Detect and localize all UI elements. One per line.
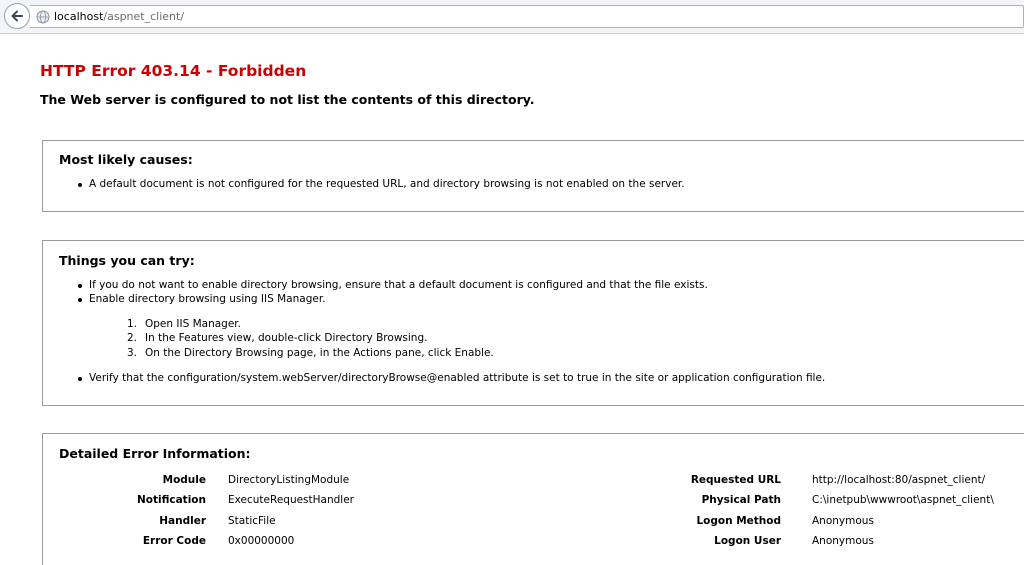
address-text: localhost/aspnet_client/ [54,10,184,24]
step-number: 3. [127,347,138,359]
detail-value-physical-path: C:\inetpub\wwwroot\aspnet_client\ [812,494,994,506]
step-number: 1. [127,318,138,330]
address-bar[interactable]: localhost/aspnet_client/ [30,5,1024,28]
step-item: 2. In the Features view, double-click Dir… [127,332,427,345]
url-path: /aspnet_client/ [103,10,185,23]
details-panel: Detailed Error Information: Module Direc… [42,433,1024,565]
things-to-try-panel: Things you can try: If you do not want t… [42,240,1024,406]
step-number: 2. [127,332,138,344]
back-button[interactable] [4,3,30,29]
step-item: 1. Open IIS Manager. [127,318,241,331]
detail-label-module: Module [162,474,206,486]
error-title: HTTP Error 403.14 - Forbidden [40,62,307,80]
detail-value-requested-url: http://localhost:80/aspnet_client/ [812,474,986,486]
detail-label-logon-user: Logon User [714,535,781,547]
detail-value-logon-user: Anonymous [812,535,874,547]
detail-label-notification: Notification [136,494,206,506]
try-item: If you do not want to enable directory b… [78,279,708,291]
detail-label-physical-path: Physical Path [701,494,781,506]
detail-value-notification: ExecuteRequestHandler [228,494,354,506]
causes-heading: Most likely causes: [59,152,193,167]
step-text: In the Features view, double-click Direc… [145,332,428,344]
detail-value-module: DirectoryListingModule [228,474,350,486]
detail-value-handler: StaticFile [228,515,276,527]
detail-value-logon-method: Anonymous [812,515,874,527]
detail-label-requested-url: Requested URL [690,474,781,486]
try-heading: Things you can try: [59,253,195,268]
step-item: 3. On the Directory Browsing page, in the… [127,347,494,360]
back-arrow-icon [11,10,23,22]
step-text: Open IIS Manager. [145,318,241,330]
causes-panel: Most likely causes: A default document i… [42,140,1024,212]
step-text: On the Directory Browsing page, in the A… [145,347,494,359]
detail-label-error-code: Error Code [142,535,206,547]
detail-value-error-code: 0x00000000 [228,535,295,547]
detail-label-logon-method: Logon Method [696,515,781,527]
error-subtitle: The Web server is configured to not list… [40,92,535,107]
detail-label-handler: Handler [159,515,206,527]
browser-toolbar: localhost/aspnet_client/ [0,0,1024,34]
try-item: Enable directory browsing using IIS Mana… [78,293,326,305]
globe-icon [36,10,50,24]
details-heading: Detailed Error Information: [59,446,251,461]
try-item: Verify that the configuration/system.web… [77,372,826,384]
cause-item: A default document is not configured for… [78,178,685,190]
url-host: localhost [54,10,104,23]
